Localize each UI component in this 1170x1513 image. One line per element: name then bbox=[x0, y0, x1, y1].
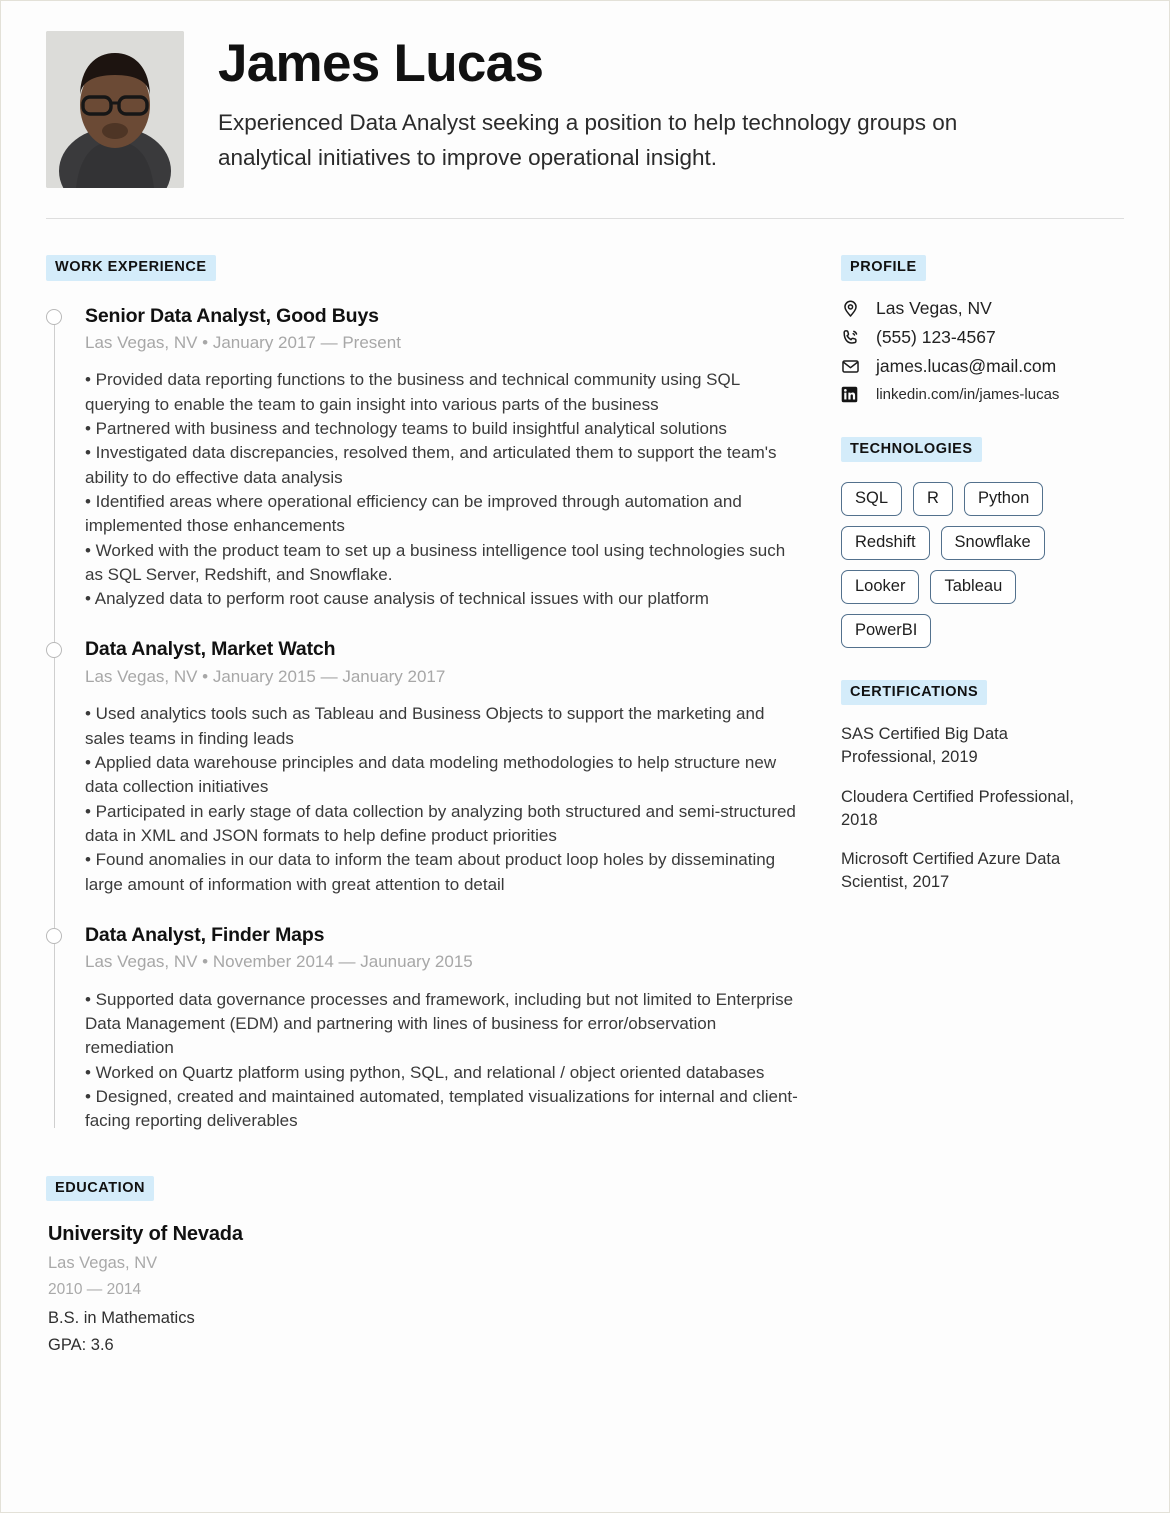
main-column: WORK EXPERIENCE Senior Data Analyst, Goo… bbox=[46, 219, 806, 1355]
job-title: Senior Data Analyst, Good Buys bbox=[85, 304, 379, 327]
contact-row-email: james.lucas@mail.com bbox=[841, 356, 1126, 377]
section-header-technologies: TECHNOLOGIES bbox=[841, 436, 982, 462]
bullet-item: • Investigated data discrepancies, resol… bbox=[85, 443, 777, 487]
section-header-profile: PROFILE bbox=[841, 255, 926, 281]
work-timeline: Senior Data Analyst, Good Buys Las Vegas… bbox=[46, 304, 806, 1134]
bullet-item: • Analyzed data to perform root cause an… bbox=[85, 589, 709, 609]
section-header-certifications: CERTIFICATIONS bbox=[841, 679, 988, 706]
resume-header: James Lucas Experienced Data Analyst see… bbox=[1, 1, 1169, 188]
certification-item: SAS Certified Big Data Professional, 201… bbox=[841, 725, 1008, 767]
location-pin-icon bbox=[841, 298, 863, 318]
job-bullets: • Supported data governance processes an… bbox=[85, 988, 806, 1134]
section-header-education: EDUCATION bbox=[46, 1175, 155, 1202]
bullet-item: • Used analytics tools such as Tableau a… bbox=[85, 704, 765, 748]
education-school: University of Nevada bbox=[48, 1223, 243, 1246]
technologies-section: TECHNOLOGIES SQL R Python Redshift Snowf… bbox=[841, 436, 1126, 648]
education-item: University of Nevada Las Vegas, NV 2010 … bbox=[46, 1223, 806, 1355]
timeline-dot-icon bbox=[46, 927, 62, 944]
certification-item: Cloudera Certified Professional, 2018 bbox=[841, 787, 1074, 829]
contact-email-text: james.lucas@mail.com bbox=[876, 355, 1057, 376]
technology-tag: SQL bbox=[841, 482, 903, 516]
bullet-item: • Provided data reporting functions to t… bbox=[85, 370, 740, 414]
bullet-item: • Identified areas where operational eff… bbox=[85, 491, 742, 536]
job-meta: Las Vegas, NV • January 2015 — January 2… bbox=[85, 666, 446, 686]
bullet-item: • Applied data warehouse principles and … bbox=[85, 753, 777, 797]
bullet-item: • Participated in early stage of data co… bbox=[85, 801, 796, 845]
certification-item: Microsoft Certified Azure Data Scientist… bbox=[841, 849, 1061, 891]
contact-location-text: Las Vegas, NV bbox=[876, 297, 992, 318]
job-title: Data Analyst, Market Watch bbox=[85, 638, 336, 661]
envelope-icon bbox=[841, 356, 863, 376]
timeline-dot-icon bbox=[46, 642, 62, 659]
contact-linkedin-text: linkedin.com/in/james-lucas bbox=[876, 385, 1060, 403]
page-title: James Lucas bbox=[218, 34, 544, 93]
technology-tag: Looker bbox=[841, 569, 920, 604]
timeline-dot-icon bbox=[46, 308, 62, 325]
work-item: Data Analyst, Finder Maps Las Vegas, NV … bbox=[46, 923, 806, 1134]
contact-phone-text: (555) 123-4567 bbox=[876, 326, 996, 347]
technology-tag: Redshift bbox=[841, 525, 930, 560]
job-meta: Las Vegas, NV • January 2017 — Present bbox=[85, 332, 401, 352]
bullet-item: • Partnered with business and technology… bbox=[85, 419, 727, 439]
headline-summary: Experienced Data Analyst seeking a posit… bbox=[218, 110, 958, 171]
job-title: Data Analyst, Finder Maps bbox=[85, 923, 325, 946]
resume-body: WORK EXPERIENCE Senior Data Analyst, Goo… bbox=[1, 219, 1169, 1355]
resume-page: James Lucas Experienced Data Analyst see… bbox=[0, 0, 1170, 1513]
certification-list: SAS Certified Big Data Professional, 201… bbox=[841, 723, 1126, 894]
job-bullets: • Provided data reporting functions to t… bbox=[85, 368, 806, 611]
profile-section: PROFILE Las Vegas, NV (555) 123-4567 jam… bbox=[841, 255, 1126, 405]
certifications-section: CERTIFICATIONS SAS Certified Big Data Pr… bbox=[841, 679, 1126, 894]
bullet-item: • Supported data governance processes an… bbox=[85, 989, 794, 1058]
work-item: Data Analyst, Market Watch Las Vegas, NV… bbox=[46, 637, 806, 896]
technology-tag: PowerBI bbox=[841, 613, 932, 648]
job-meta: Las Vegas, NV • November 2014 — Jaunuary… bbox=[85, 952, 473, 972]
education-gpa: GPA: 3.6 bbox=[48, 1336, 114, 1355]
sidebar-column: PROFILE Las Vegas, NV (555) 123-4567 jam… bbox=[841, 219, 1126, 894]
education-years: 2010 — 2014 bbox=[48, 1281, 142, 1299]
phone-icon bbox=[841, 327, 863, 347]
contact-row-location: Las Vegas, NV bbox=[841, 298, 1126, 319]
technology-tag: Tableau bbox=[930, 569, 1017, 604]
header-text-block: James Lucas Experienced Data Analyst see… bbox=[184, 31, 1124, 175]
bullet-item: • Worked with the product team to set up… bbox=[85, 540, 786, 584]
job-bullets: • Used analytics tools such as Tableau a… bbox=[85, 702, 806, 896]
linkedin-icon bbox=[841, 385, 863, 405]
contact-row-linkedin: linkedin.com/in/james-lucas bbox=[841, 385, 1126, 405]
bullet-item: • Worked on Quartz platform using python… bbox=[85, 1062, 765, 1082]
work-item: Senior Data Analyst, Good Buys Las Vegas… bbox=[46, 304, 806, 612]
technology-tag: Python bbox=[963, 482, 1044, 516]
bullet-item: • Designed, created and maintained autom… bbox=[85, 1086, 798, 1131]
technology-tag: R bbox=[913, 482, 953, 516]
bullet-item: • Found anomalies in our data to inform … bbox=[85, 850, 776, 894]
education-section: EDUCATION University of Nevada Las Vegas… bbox=[46, 1175, 806, 1356]
section-header-work-experience: WORK EXPERIENCE bbox=[46, 255, 216, 281]
education-location: Las Vegas, NV bbox=[48, 1254, 158, 1273]
education-degree: B.S. in Mathematics bbox=[48, 1309, 195, 1328]
avatar bbox=[46, 31, 184, 188]
contact-list: Las Vegas, NV (555) 123-4567 james.lucas… bbox=[841, 298, 1126, 405]
technology-tag-list: SQL R Python Redshift Snowflake Looker T… bbox=[841, 482, 1071, 648]
technology-tag: Snowflake bbox=[940, 525, 1045, 560]
contact-row-phone: (555) 123-4567 bbox=[841, 327, 1126, 348]
